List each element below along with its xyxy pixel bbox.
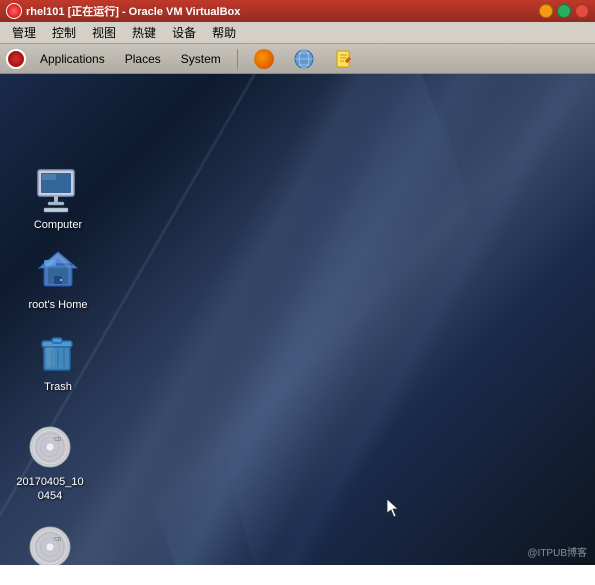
maximize-button[interactable] <box>557 4 571 18</box>
title-bar: rhel101 [正在运行] - Oracle VM VirtualBox <box>0 0 595 22</box>
notepad-launcher[interactable] <box>328 47 360 71</box>
computer-icon-image <box>34 166 82 214</box>
places-menu[interactable]: Places <box>119 50 167 68</box>
close-button[interactable] <box>575 4 589 18</box>
menu-bar: 管理 控制 视图 热键 设备 帮助 <box>0 22 595 44</box>
menu-help[interactable]: 帮助 <box>204 22 244 43</box>
virtualbox-icon <box>6 3 22 19</box>
menu-control[interactable]: 控制 <box>44 22 84 43</box>
watermark: @ITPUB博客 <box>527 544 587 559</box>
applications-menu[interactable]: Applications <box>34 50 111 68</box>
browser-icon <box>294 49 314 69</box>
menu-devices[interactable]: 设备 <box>164 22 204 43</box>
browser-launcher[interactable] <box>288 47 320 71</box>
app-bar: Applications Places System <box>0 44 595 74</box>
separator <box>237 49 238 69</box>
firefox-icon <box>254 49 274 69</box>
trash-icon[interactable]: Trash <box>18 324 98 398</box>
computer-label: Computer <box>34 218 82 232</box>
home-icon-image <box>34 246 82 294</box>
cd1-label: 20170405_100454 <box>14 475 86 504</box>
home-icon[interactable]: root's Home <box>18 242 98 316</box>
trash-label: Trash <box>44 380 72 394</box>
home-label: root's Home <box>29 298 88 312</box>
trash-icon-image <box>34 328 82 376</box>
cd1-icon[interactable]: CD 20170405_100454 <box>10 419 90 508</box>
title-bar-left: rhel101 [正在运行] - Oracle VM VirtualBox <box>6 3 240 19</box>
desktop: Computer root's Home <box>0 74 595 565</box>
menu-hotkey[interactable]: 热键 <box>124 22 164 43</box>
window-title: rhel101 [正在运行] - Oracle VM VirtualBox <box>26 3 240 19</box>
gnome-icon <box>6 49 26 69</box>
menu-manage[interactable]: 管理 <box>4 22 44 43</box>
cd2-icon-image: CD <box>26 523 74 565</box>
cd2-icon[interactable]: CD RHEL_6.4 x86_64 Disc 1 <box>10 519 90 565</box>
notepad-icon <box>334 49 354 69</box>
system-menu[interactable]: System <box>175 50 227 68</box>
title-bar-controls[interactable] <box>539 4 589 18</box>
computer-icon[interactable]: Computer <box>18 162 98 236</box>
cd1-icon-image: CD <box>26 423 74 471</box>
firefox-launcher[interactable] <box>248 47 280 71</box>
mouse-cursor <box>387 499 399 517</box>
minimize-button[interactable] <box>539 4 553 18</box>
menu-view[interactable]: 视图 <box>84 22 124 43</box>
